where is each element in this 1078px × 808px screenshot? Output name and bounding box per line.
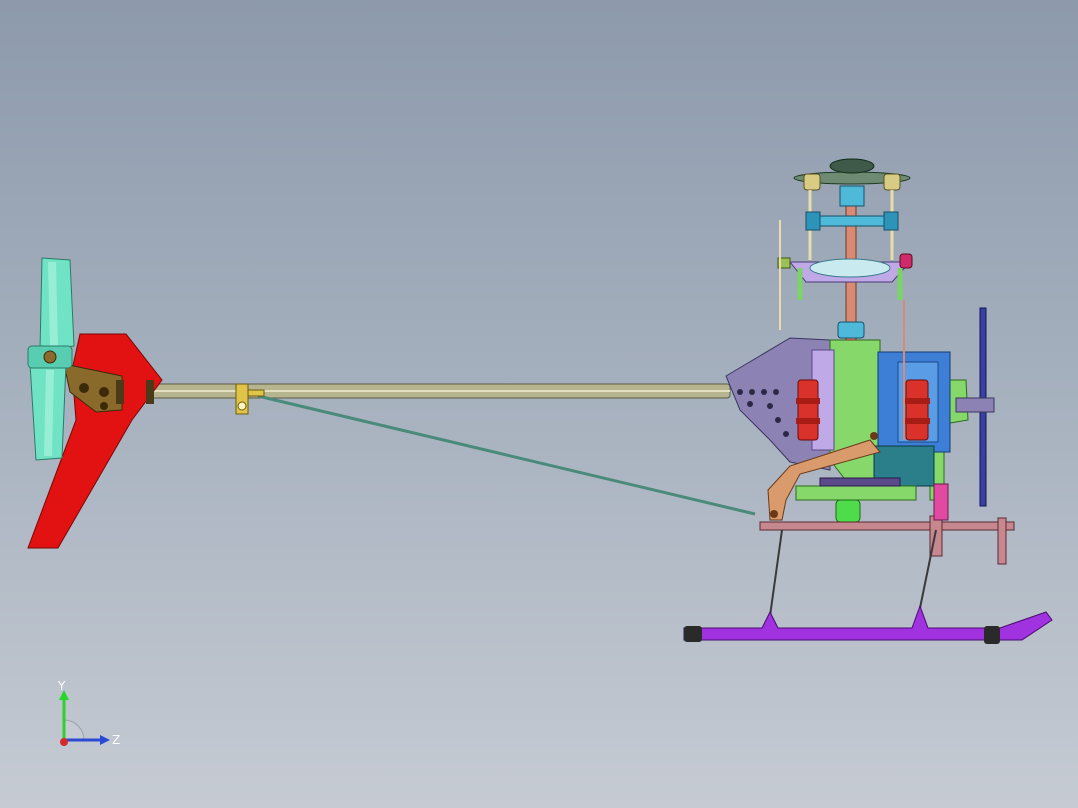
z-axis-arrowhead-icon — [100, 735, 110, 745]
x-axis-dot-icon — [60, 738, 68, 746]
helicopter-model[interactable] — [0, 0, 1078, 808]
tail-rotor-hub-icon — [43, 350, 57, 364]
landing-gear-front-post[interactable] — [997, 517, 1007, 565]
canopy-mount-bracket[interactable] — [955, 397, 995, 413]
tail-rotor[interactable] — [27, 257, 75, 461]
servo-left[interactable] — [796, 379, 820, 441]
main-gear[interactable] — [795, 477, 917, 523]
shaft-collar[interactable] — [837, 321, 865, 339]
landing-strut-front[interactable] — [919, 529, 937, 609]
landing-skid[interactable] — [683, 604, 1053, 644]
landing-gear-bar[interactable] — [759, 521, 1015, 531]
graphics-viewport[interactable]: Y Z — [0, 0, 1078, 808]
servo-right[interactable] — [904, 379, 930, 441]
z-axis-label: Z — [112, 733, 120, 747]
triad-plane-icon — [63, 719, 85, 741]
y-axis-label: Y — [57, 680, 66, 693]
landing-strut-rear[interactable] — [769, 529, 783, 617]
landing-gear-strut-front[interactable] — [933, 483, 949, 521]
tail-control-rod[interactable] — [257, 394, 756, 516]
skid-cap-rear — [684, 626, 702, 642]
coordinate-triad: Y Z — [57, 680, 120, 747]
skid-cap-front — [984, 626, 1000, 644]
